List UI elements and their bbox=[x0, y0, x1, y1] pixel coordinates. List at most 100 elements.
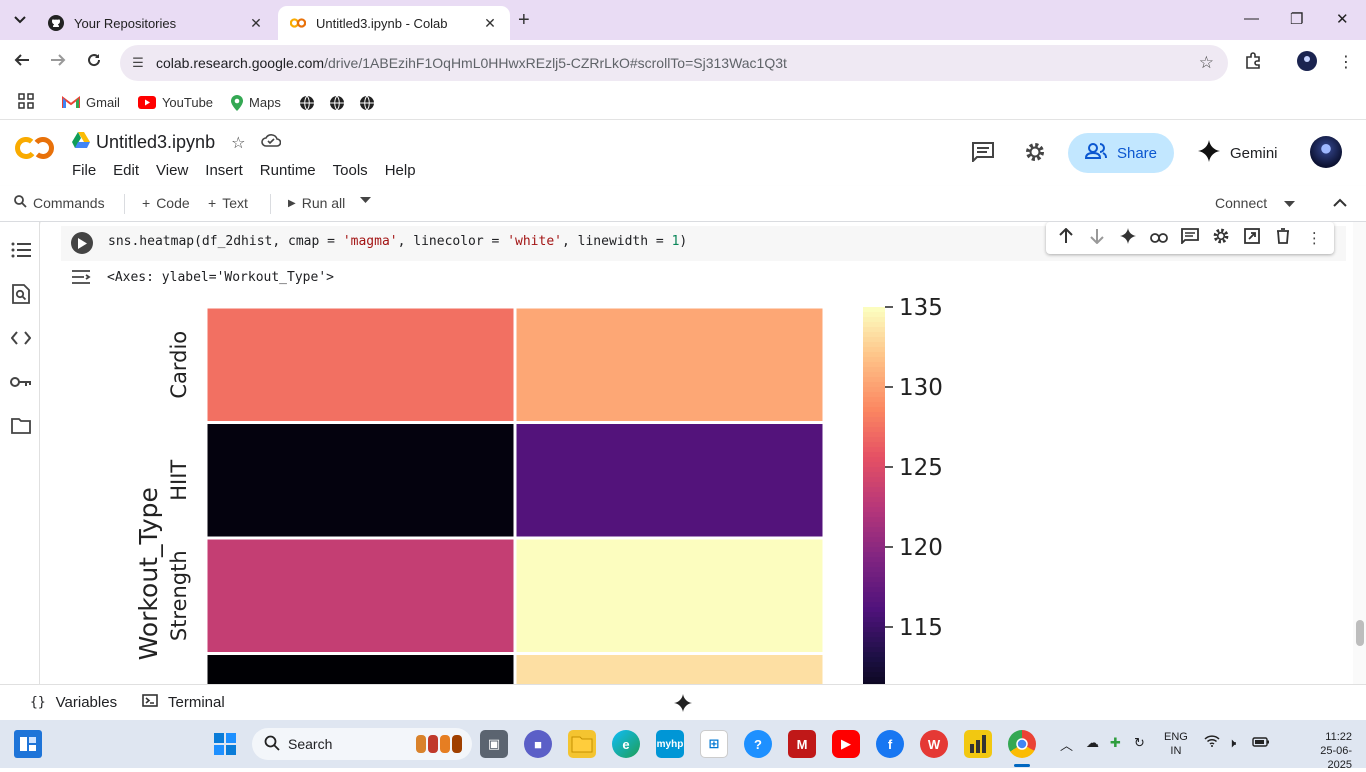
cell-settings-icon[interactable] bbox=[1210, 227, 1232, 249]
code-cell[interactable]: sns.heatmap(df_2dhist, cmap = 'magma', l… bbox=[61, 222, 1346, 684]
run-cell-button[interactable] bbox=[71, 232, 93, 254]
colorbar-segment bbox=[863, 392, 885, 398]
show-hidden-icons-icon[interactable]: ︿ bbox=[1060, 735, 1073, 754]
cloud-saved-icon[interactable] bbox=[261, 133, 282, 152]
menu-help[interactable]: Help bbox=[385, 162, 416, 179]
system-clock[interactable]: 11:22 25-06-2025 bbox=[1296, 730, 1352, 772]
edge-browser-icon[interactable]: e bbox=[612, 730, 640, 758]
delete-icon[interactable] bbox=[1272, 228, 1294, 248]
menu-tools[interactable]: Tools bbox=[333, 162, 368, 179]
run-all-button[interactable]: ▶ Run all bbox=[288, 195, 345, 211]
teams-chat-icon[interactable]: ■ bbox=[524, 730, 552, 758]
star-icon[interactable]: ☆ bbox=[231, 133, 245, 153]
find-replace-icon[interactable] bbox=[10, 283, 32, 305]
extensions-icon[interactable] bbox=[1244, 52, 1262, 75]
browser-tab-repositories[interactable]: Your Repositories ✕ bbox=[36, 6, 276, 40]
profile-avatar[interactable] bbox=[1297, 51, 1317, 76]
collapse-header-icon[interactable] bbox=[1333, 198, 1347, 207]
browser-tab-colab[interactable]: Untitled3.ipynb - Colab ✕ bbox=[278, 6, 510, 40]
gemini-button[interactable]: Gemini bbox=[1198, 140, 1278, 167]
wps-office-icon[interactable]: W bbox=[920, 730, 948, 758]
commands-button[interactable]: Commands bbox=[14, 195, 105, 211]
menu-view[interactable]: View bbox=[156, 162, 188, 179]
new-tab-icon[interactable]: + bbox=[518, 9, 530, 32]
comment-icon[interactable] bbox=[1179, 228, 1201, 248]
maximize-icon[interactable]: ❐ bbox=[1290, 10, 1303, 28]
url-omnibox[interactable]: ☰ colab.research.google.com/drive/1ABEzi… bbox=[120, 45, 1228, 81]
taskbar-search-box[interactable]: Search bbox=[252, 728, 472, 760]
run-all-dropdown-icon[interactable] bbox=[360, 197, 371, 204]
variables-button[interactable]: {} Variables bbox=[30, 694, 117, 711]
notebook-title[interactable]: Untitled3.ipynb bbox=[96, 132, 215, 153]
close-tab-icon[interactable]: ✕ bbox=[482, 15, 498, 32]
move-cell-up-icon[interactable] bbox=[1055, 227, 1077, 248]
onedrive-icon[interactable]: ☁ bbox=[1086, 735, 1099, 751]
tab-search-dropdown-icon[interactable] bbox=[8, 8, 32, 32]
reload-icon[interactable] bbox=[86, 52, 102, 73]
forward-icon[interactable] bbox=[50, 52, 66, 73]
menu-runtime[interactable]: Runtime bbox=[260, 162, 316, 179]
file-explorer-icon[interactable] bbox=[568, 730, 596, 758]
back-icon[interactable] bbox=[14, 52, 30, 73]
bookmark-gmail[interactable]: Gmail bbox=[62, 95, 120, 110]
menu-file[interactable]: File bbox=[72, 162, 96, 179]
add-code-button[interactable]: + Code bbox=[142, 195, 190, 211]
help-icon[interactable]: ? bbox=[744, 730, 772, 758]
facebook-icon[interactable]: f bbox=[876, 730, 904, 758]
mcafee-icon[interactable]: M bbox=[788, 730, 816, 758]
close-window-icon[interactable]: ✕ bbox=[1336, 10, 1349, 28]
menu-insert[interactable]: Insert bbox=[205, 162, 243, 179]
output-actions-icon[interactable] bbox=[71, 270, 91, 287]
terminal-button[interactable]: Terminal bbox=[142, 694, 225, 711]
code-line[interactable]: sns.heatmap(df_2dhist, cmap = 'magma', l… bbox=[108, 234, 687, 249]
minimize-icon[interactable]: — bbox=[1244, 10, 1259, 27]
start-windows-icon[interactable] bbox=[211, 730, 239, 758]
volume-icon[interactable]: 🕨 bbox=[1228, 735, 1236, 751]
secrets-key-icon[interactable] bbox=[10, 371, 32, 393]
connect-button[interactable]: Connect bbox=[1215, 195, 1267, 211]
widgets-icon[interactable] bbox=[14, 730, 42, 758]
add-text-button[interactable]: + Text bbox=[208, 195, 248, 211]
taskbar-search-label: Search bbox=[288, 736, 333, 752]
bookmark-maps[interactable]: Maps bbox=[231, 94, 281, 111]
notebook-scrollbar[interactable] bbox=[1353, 222, 1366, 684]
globe-icon[interactable] bbox=[329, 95, 345, 111]
connect-dropdown-icon[interactable] bbox=[1284, 201, 1295, 208]
site-settings-icon[interactable]: ☰ bbox=[120, 55, 156, 71]
menu-edit[interactable]: Edit bbox=[113, 162, 139, 179]
globe-icon[interactable] bbox=[299, 95, 315, 111]
vpn-status-icon[interactable]: ✚ bbox=[1110, 735, 1121, 751]
sync-icon[interactable]: ↻ bbox=[1134, 735, 1145, 751]
more-options-icon[interactable]: ⋮ bbox=[1303, 229, 1325, 247]
bookmark-star-icon[interactable]: ☆ bbox=[1199, 53, 1214, 73]
chrome-icon[interactable] bbox=[1008, 730, 1036, 758]
youtube-app-icon[interactable]: ▶ bbox=[832, 730, 860, 758]
table-of-contents-icon[interactable] bbox=[10, 239, 32, 261]
power-bi-icon[interactable] bbox=[964, 730, 992, 758]
gemini-sparkle-icon[interactable] bbox=[1117, 228, 1139, 248]
share-button[interactable]: Share bbox=[1068, 133, 1174, 173]
wifi-icon[interactable] bbox=[1204, 735, 1220, 750]
drive-icon[interactable] bbox=[72, 132, 90, 153]
browser-menu-icon[interactable]: ⋮ bbox=[1338, 52, 1354, 72]
globe-icon[interactable] bbox=[359, 95, 375, 111]
mirror-cell-icon[interactable] bbox=[1241, 228, 1263, 248]
files-folder-icon[interactable] bbox=[10, 415, 32, 437]
language-indicator[interactable]: ENG IN bbox=[1164, 730, 1188, 758]
battery-icon[interactable] bbox=[1252, 735, 1270, 750]
link-icon[interactable] bbox=[1148, 230, 1170, 247]
bookmark-youtube[interactable]: YouTube bbox=[137, 95, 213, 110]
scrollbar-thumb[interactable] bbox=[1356, 620, 1364, 646]
move-cell-down-icon[interactable] bbox=[1086, 228, 1108, 248]
settings-gear-icon[interactable] bbox=[1024, 141, 1046, 168]
code-snippets-icon[interactable] bbox=[10, 327, 32, 349]
comments-icon[interactable] bbox=[972, 142, 994, 167]
myhp-icon[interactable]: myhp bbox=[656, 730, 684, 758]
microsoft-store-icon[interactable]: ⊞ bbox=[700, 730, 728, 758]
task-view-icon[interactable]: ▣ bbox=[480, 730, 508, 758]
apps-grid-icon[interactable] bbox=[18, 93, 34, 112]
close-tab-icon[interactable]: ✕ bbox=[248, 15, 264, 32]
user-avatar[interactable] bbox=[1310, 136, 1342, 168]
gemini-sparkle-icon[interactable] bbox=[674, 694, 692, 712]
colab-logo[interactable] bbox=[14, 136, 56, 167]
